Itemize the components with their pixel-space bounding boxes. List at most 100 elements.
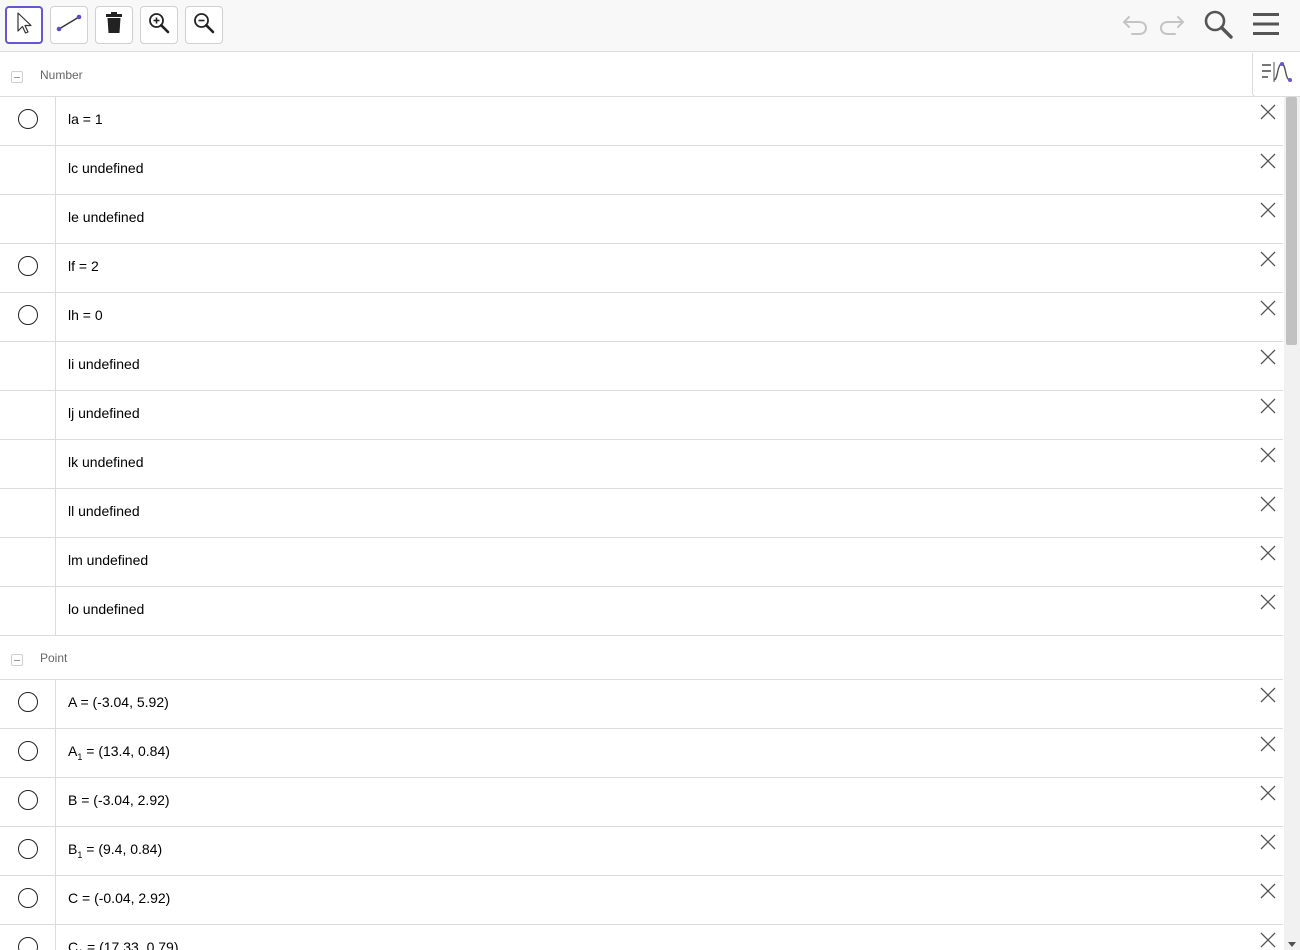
marble-cell (0, 97, 56, 145)
point-name: C (68, 939, 79, 950)
algebra-row-text: le undefined (68, 209, 145, 225)
delete-row-button[interactable] (1257, 833, 1279, 855)
algebra-row[interactable]: lf = 2 (0, 244, 1283, 293)
algebra-row[interactable]: le undefined (0, 195, 1283, 244)
move-tool-button[interactable] (5, 6, 43, 44)
algebra-row-text: li undefined (68, 356, 140, 372)
algebra-row[interactable]: A1 = (13.4, 0.84) (0, 729, 1283, 778)
delete-row-button[interactable] (1257, 348, 1279, 370)
visibility-toggle[interactable] (18, 256, 38, 276)
delete-row-button[interactable] (1257, 593, 1279, 615)
delete-row-button[interactable] (1257, 686, 1279, 708)
close-icon (1259, 397, 1277, 420)
algebra-row-text: C1 = (17.33, 0.79) (68, 939, 178, 950)
close-icon (1259, 784, 1277, 807)
visibility-toggle[interactable] (18, 109, 38, 129)
visibility-toggle[interactable] (18, 741, 38, 761)
close-icon (1259, 882, 1277, 905)
delete-row-button[interactable] (1257, 735, 1279, 757)
delete-row-button[interactable] (1257, 201, 1279, 223)
algebra-scrollbar[interactable] (1284, 97, 1300, 950)
algebra-row[interactable]: lc undefined (0, 146, 1283, 195)
algebra-row[interactable]: lo undefined (0, 587, 1283, 636)
marble-cell (0, 729, 56, 777)
search-icon (1202, 8, 1234, 45)
delete-row-button[interactable] (1257, 495, 1279, 517)
algebra-row[interactable]: C1 = (17.33, 0.79) (0, 925, 1283, 950)
visibility-toggle[interactable] (18, 790, 38, 810)
marble-cell (0, 827, 56, 875)
algebra-row-text: lo undefined (68, 601, 145, 617)
algebra-row[interactable]: B = (-3.04, 2.92) (0, 778, 1283, 827)
delete-row-button[interactable] (1257, 397, 1279, 419)
algebra-row-text: lm undefined (68, 552, 149, 568)
visibility-toggle[interactable] (18, 305, 38, 325)
point-name: A (68, 743, 78, 759)
point-value: = (9.4, 0.84) (82, 841, 163, 857)
marble-cell (0, 538, 56, 586)
zoom-in-tool-button[interactable] (140, 6, 178, 44)
search-button[interactable] (1202, 10, 1234, 42)
zoom-out-tool-button[interactable] (185, 6, 223, 44)
algebra-row[interactable]: B1 = (9.4, 0.84) (0, 827, 1283, 876)
menu-icon (1251, 11, 1281, 42)
close-icon (1259, 544, 1277, 567)
geogebra-app: Number la = 1 lc undefined le undefined … (0, 0, 1300, 950)
algebra-row-text: la = 1 (68, 111, 103, 127)
main-menu-button[interactable] (1250, 10, 1282, 42)
algebra-view: Number la = 1 lc undefined le undefined … (0, 53, 1283, 950)
visibility-toggle[interactable] (18, 692, 38, 712)
delete-row-button[interactable] (1257, 931, 1279, 950)
redo-button[interactable] (1156, 10, 1188, 42)
collapse-group-toggle[interactable] (11, 654, 23, 666)
algebra-row-text: A = (-3.04, 5.92) (68, 694, 169, 710)
redo-icon (1157, 12, 1187, 41)
graphics-view-icon (1260, 60, 1294, 89)
close-icon (1259, 833, 1277, 856)
delete-row-button[interactable] (1257, 103, 1279, 125)
delete-row-button[interactable] (1257, 446, 1279, 468)
collapse-group-toggle[interactable] (11, 71, 23, 83)
algebra-row[interactable]: lk undefined (0, 440, 1283, 489)
marble-cell (0, 876, 56, 924)
algebra-row[interactable]: ll undefined (0, 489, 1283, 538)
delete-row-button[interactable] (1257, 299, 1279, 321)
algebra-row[interactable]: lj undefined (0, 391, 1283, 440)
algebra-row-text: ll undefined (68, 503, 140, 519)
segment-tool-button[interactable] (50, 6, 88, 44)
delete-tool-button[interactable] (95, 6, 133, 44)
toggle-graphics-view-button[interactable] (1252, 53, 1300, 97)
marble-cell (0, 195, 56, 243)
close-icon (1259, 735, 1277, 758)
algebra-row[interactable]: la = 1 (0, 97, 1283, 146)
algebra-row-text: B1 = (9.4, 0.84) (68, 841, 162, 860)
undo-button[interactable] (1119, 10, 1151, 42)
close-icon (1259, 103, 1277, 126)
algebra-row-text: lj undefined (68, 405, 140, 421)
scrollbar-thumb[interactable] (1286, 97, 1297, 345)
algebra-row[interactable]: A = (-3.04, 5.92) (0, 680, 1283, 729)
algebra-row[interactable]: C = (-0.04, 2.92) (0, 876, 1283, 925)
algebra-row[interactable]: li undefined (0, 342, 1283, 391)
visibility-toggle[interactable] (18, 888, 38, 908)
delete-row-button[interactable] (1257, 544, 1279, 566)
algebra-row-text: lh = 0 (68, 307, 103, 323)
delete-row-button[interactable] (1257, 152, 1279, 174)
marble-cell (0, 293, 56, 341)
delete-row-button[interactable] (1257, 882, 1279, 904)
visibility-toggle[interactable] (18, 937, 38, 950)
marble-cell (0, 680, 56, 728)
zoom-out-icon (192, 11, 216, 40)
group-label: Point (40, 651, 68, 665)
close-icon (1259, 686, 1277, 709)
marble-cell (0, 440, 56, 488)
visibility-toggle[interactable] (18, 839, 38, 859)
algebra-row-text: C = (-0.04, 2.92) (68, 890, 171, 906)
scroll-down-arrow-icon[interactable] (1288, 942, 1296, 947)
close-icon (1259, 446, 1277, 469)
algebra-row[interactable]: lm undefined (0, 538, 1283, 587)
undo-icon (1120, 12, 1150, 41)
delete-row-button[interactable] (1257, 250, 1279, 272)
algebra-row[interactable]: lh = 0 (0, 293, 1283, 342)
delete-row-button[interactable] (1257, 784, 1279, 806)
